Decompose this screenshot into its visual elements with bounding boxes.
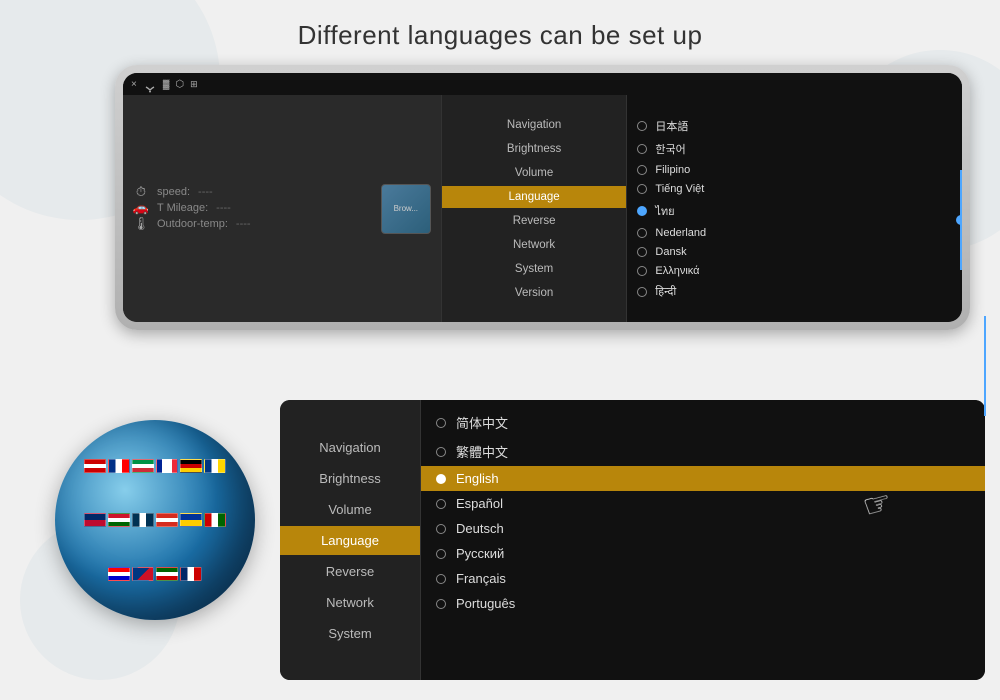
radio-russian bbox=[436, 549, 446, 559]
map-thumbnail: Brow... bbox=[381, 184, 431, 234]
menu-reverse-top[interactable]: Reverse bbox=[442, 210, 627, 232]
flag-12 bbox=[204, 513, 226, 527]
menu-network-top[interactable]: Network bbox=[442, 234, 627, 256]
menu-volume-bottom[interactable]: Volume bbox=[280, 495, 420, 524]
lang-spanish[interactable]: Español bbox=[421, 491, 985, 516]
flag-13 bbox=[108, 567, 130, 581]
menu-reverse-bottom[interactable]: Reverse bbox=[280, 557, 420, 586]
lang-german[interactable]: Deutsch bbox=[421, 516, 985, 541]
flag-2 bbox=[108, 459, 130, 473]
lang-dansk[interactable]: Dansk bbox=[627, 243, 962, 262]
bottom-device: Navigation Brightness Volume Language Re… bbox=[280, 400, 985, 680]
radio-japanese bbox=[637, 121, 647, 131]
menu-volume-top[interactable]: Volume bbox=[442, 162, 627, 184]
lang-portuguese[interactable]: Português bbox=[421, 591, 985, 616]
lang-filipino[interactable]: Filipino bbox=[627, 161, 962, 180]
menu-navigation-top[interactable]: Navigation bbox=[442, 114, 627, 136]
bluetooth-icon: ⬡ bbox=[175, 79, 184, 90]
lang-traditional-chinese[interactable]: 繁體中文 bbox=[421, 437, 985, 466]
radio-traditional-chinese bbox=[436, 447, 446, 457]
radio-filipino bbox=[637, 165, 647, 175]
lang-greek[interactable]: Ελληνικά bbox=[627, 262, 962, 281]
lang-french[interactable]: Français bbox=[421, 566, 985, 591]
globe bbox=[55, 420, 255, 620]
flag-6 bbox=[204, 459, 226, 473]
page-title: Different languages can be set up bbox=[0, 20, 1000, 51]
vertical-connector bbox=[984, 316, 986, 416]
flag-9 bbox=[132, 513, 154, 527]
flag-10 bbox=[156, 513, 178, 527]
radio-greek bbox=[637, 266, 647, 276]
lang-hindi[interactable]: हिन्दी bbox=[627, 281, 962, 303]
speed-icon: ⏱ bbox=[133, 184, 149, 200]
radio-english bbox=[436, 474, 446, 484]
radio-german bbox=[436, 524, 446, 534]
settings-icon: ⊞ bbox=[190, 79, 198, 90]
flag-7 bbox=[84, 513, 106, 527]
radio-spanish bbox=[436, 499, 446, 509]
lang-english[interactable]: English bbox=[421, 466, 985, 491]
globe-flags bbox=[55, 420, 255, 620]
radio-thai bbox=[637, 206, 647, 216]
radio-portuguese bbox=[436, 599, 446, 609]
lang-korean[interactable]: 한국어 bbox=[627, 138, 962, 161]
mileage-row: 🚗 T Mileage: ---- bbox=[133, 200, 373, 216]
flag-3 bbox=[132, 459, 154, 473]
lang-simplified-chinese[interactable]: 简体中文 bbox=[421, 408, 985, 437]
radio-simplified-chinese bbox=[436, 418, 446, 428]
connector-dot-top bbox=[956, 215, 962, 225]
lang-nederland[interactable]: Nederland bbox=[627, 224, 962, 243]
bottom-section: Navigation Brightness Volume Language Re… bbox=[280, 400, 985, 680]
flag-15 bbox=[156, 567, 178, 581]
menu-version-top[interactable]: Version bbox=[442, 282, 627, 304]
left-info-panel: ⏱ speed: ---- 🚗 T Mileage: ---- 🌡 Outdoo… bbox=[123, 95, 442, 322]
lang-russian[interactable]: Русский bbox=[421, 541, 985, 566]
flag-8 bbox=[108, 513, 130, 527]
temp-icon: 🌡 bbox=[133, 216, 149, 232]
radio-hindi bbox=[637, 287, 647, 297]
menu-system-bottom[interactable]: System bbox=[280, 619, 420, 648]
radio-vietnamese bbox=[637, 184, 647, 194]
car-icon: 🚗 bbox=[133, 200, 149, 216]
radio-dansk bbox=[637, 247, 647, 257]
menu-navigation-bottom[interactable]: Navigation bbox=[280, 433, 420, 462]
close-icon: × bbox=[131, 79, 137, 90]
lang-vietnamese[interactable]: Tiếng Việt bbox=[627, 180, 962, 199]
menu-system-top[interactable]: System bbox=[442, 258, 627, 280]
radio-korean bbox=[637, 144, 647, 154]
top-language-panel: 日本語 한국어 Filipino Tiếng Việt ไทย Nederlan… bbox=[626, 95, 962, 322]
status-bar: × ▓ ⬡ ⊞ bbox=[123, 73, 962, 95]
wifi-icon bbox=[143, 80, 157, 88]
top-device-screen: × ▓ ⬡ ⊞ ⏱ speed: ---- 🚗 T Mileage bbox=[123, 73, 962, 322]
radio-nederland bbox=[637, 228, 647, 238]
signal-icon: ▓ bbox=[163, 79, 170, 89]
temp-row: 🌡 Outdoor-temp: ---- bbox=[133, 216, 373, 232]
menu-language-bottom[interactable]: Language bbox=[280, 526, 420, 555]
flag-5 bbox=[180, 459, 202, 473]
flag-14 bbox=[132, 567, 154, 581]
bottom-menu-panel: Navigation Brightness Volume Language Re… bbox=[280, 400, 420, 680]
lang-japanese[interactable]: 日本語 bbox=[627, 115, 962, 138]
flag-16 bbox=[180, 567, 202, 581]
speed-row: ⏱ speed: ---- bbox=[133, 184, 373, 200]
menu-language-top[interactable]: Language bbox=[442, 186, 627, 208]
lang-thai[interactable]: ไทย bbox=[627, 199, 962, 224]
flag-4 bbox=[156, 459, 178, 473]
globe-container bbox=[40, 390, 270, 650]
menu-brightness-top[interactable]: Brightness bbox=[442, 138, 627, 160]
menu-brightness-bottom[interactable]: Brightness bbox=[280, 464, 420, 493]
top-menu-panel: Navigation Brightness Volume Language Re… bbox=[442, 95, 627, 322]
flag-11 bbox=[180, 513, 202, 527]
flag-1 bbox=[84, 459, 106, 473]
radio-french bbox=[436, 574, 446, 584]
top-device: × ▓ ⬡ ⊞ ⏱ speed: ---- 🚗 T Mileage bbox=[115, 65, 970, 330]
menu-network-bottom[interactable]: Network bbox=[280, 588, 420, 617]
bottom-language-panel: 简体中文 繁體中文 English Español Deutsch Русски… bbox=[420, 400, 985, 680]
